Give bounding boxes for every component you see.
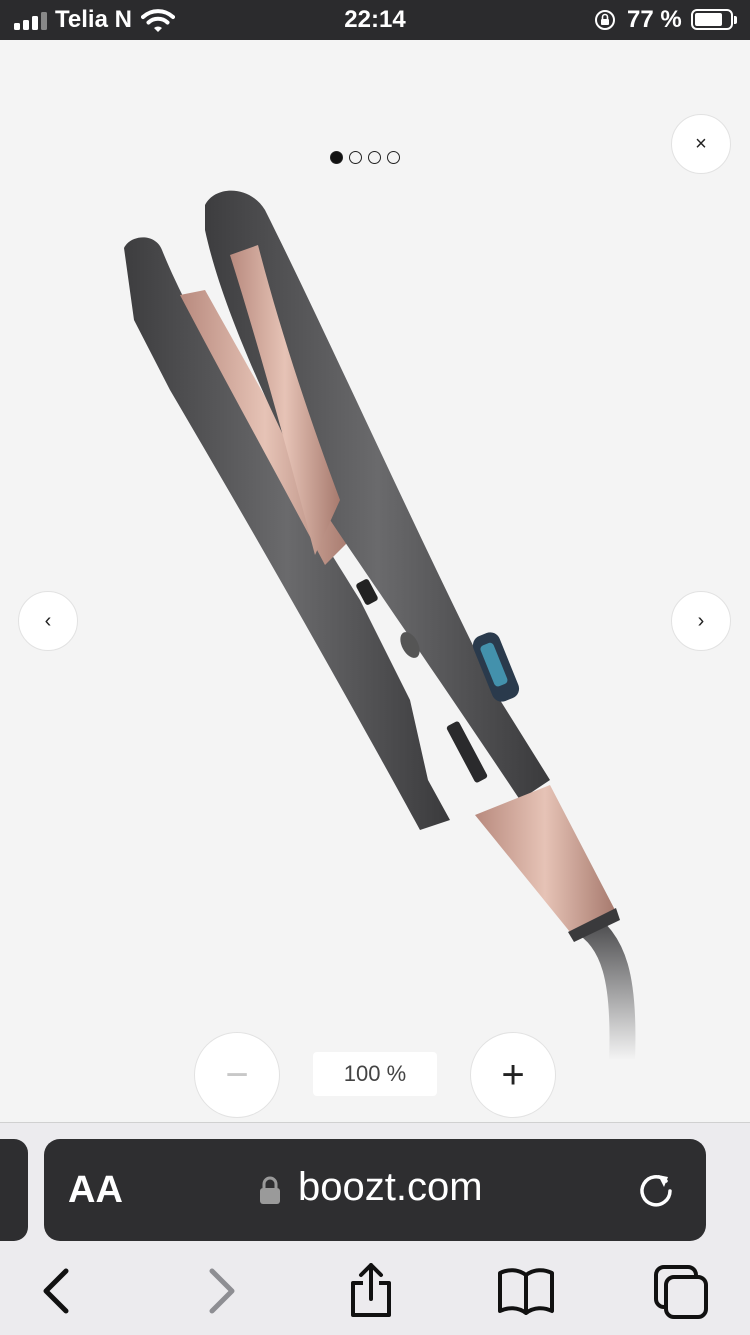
close-button[interactable]: × bbox=[671, 114, 731, 174]
previous-tab-preview[interactable] bbox=[0, 1139, 28, 1241]
minus-icon: − bbox=[225, 1052, 249, 1097]
text-size-button[interactable]: AA bbox=[68, 1169, 123, 1212]
share-icon[interactable] bbox=[343, 1263, 399, 1319]
address-bar[interactable]: AA boozt.com bbox=[44, 1139, 706, 1241]
chevron-right-icon: › bbox=[697, 609, 705, 632]
zoom-level: 100 % bbox=[313, 1052, 437, 1096]
rotation-lock-icon bbox=[595, 10, 615, 30]
lock-icon bbox=[260, 1176, 280, 1204]
zoom-in-button[interactable]: + bbox=[470, 1032, 556, 1118]
status-bar: Telia N 22:14 77 % bbox=[0, 0, 750, 40]
plus-icon: + bbox=[501, 1052, 525, 1097]
page-dot-3[interactable] bbox=[368, 151, 381, 164]
page-dot-4[interactable] bbox=[387, 151, 400, 164]
browser-toolbar bbox=[0, 1255, 750, 1325]
chevron-left-icon: ‹ bbox=[44, 609, 52, 632]
forward-icon[interactable] bbox=[192, 1263, 248, 1319]
product-image bbox=[124, 190, 636, 1061]
browser-bar: AA boozt.com bbox=[0, 1122, 750, 1335]
page-dot-1[interactable] bbox=[330, 151, 343, 164]
bookmarks-icon[interactable] bbox=[498, 1263, 554, 1319]
page-dot-2[interactable] bbox=[349, 151, 362, 164]
back-icon[interactable] bbox=[30, 1263, 86, 1319]
url-text[interactable]: boozt.com bbox=[298, 1165, 483, 1210]
tabs-icon[interactable] bbox=[652, 1263, 708, 1319]
close-icon: × bbox=[695, 132, 707, 155]
zoom-out-button[interactable]: − bbox=[194, 1032, 280, 1118]
page-indicator bbox=[330, 151, 400, 164]
reload-icon[interactable] bbox=[636, 1169, 676, 1209]
battery-icon bbox=[691, 9, 737, 30]
image-viewer: × ‹ › − 100 % + bbox=[0, 40, 750, 1122]
previous-image-button[interactable]: ‹ bbox=[18, 591, 78, 651]
next-image-button[interactable]: › bbox=[671, 591, 731, 651]
battery-percentage: 77 % bbox=[627, 6, 682, 33]
